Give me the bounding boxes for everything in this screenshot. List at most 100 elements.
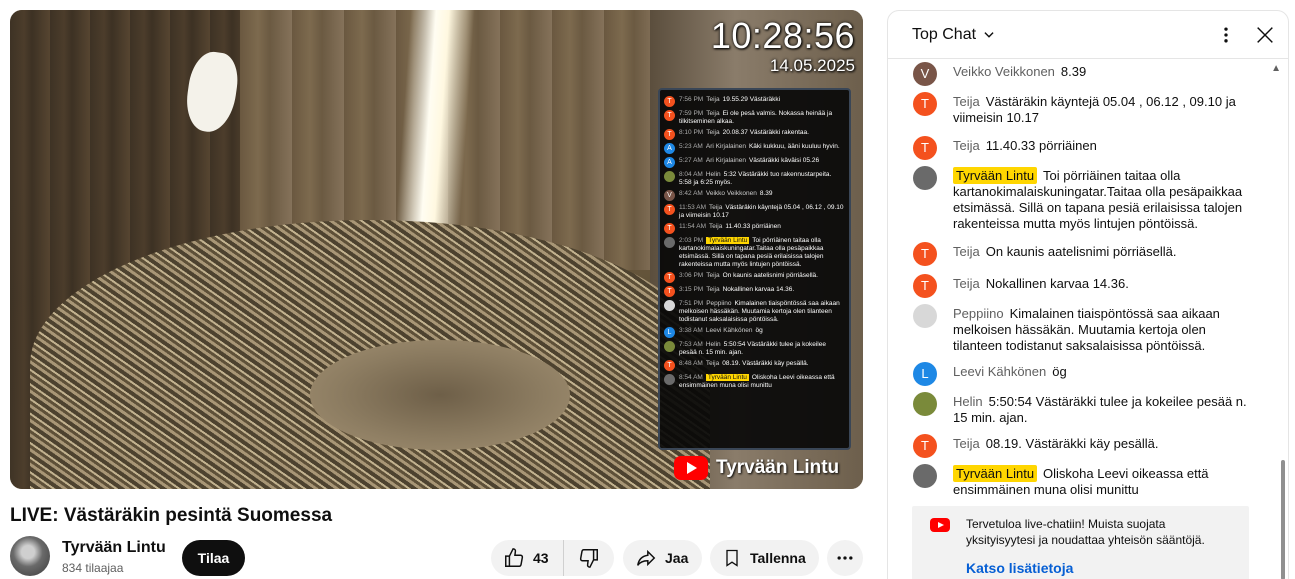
bookmark-icon xyxy=(726,549,738,567)
chat-author[interactable]: Teija xyxy=(953,138,980,153)
overlay-chat-time: 3:38 AM xyxy=(679,327,703,334)
chat-message-text: Västäräkin käyntejä 05.04 , 06.12 , 09.1… xyxy=(953,94,1236,125)
overlay-chat-text: 11.40.33 pörriäinen xyxy=(725,223,781,230)
chat-avatar[interactable]: T xyxy=(913,434,937,458)
learn-more-link[interactable]: Katso lisätietoja xyxy=(966,560,1235,576)
overlay-chat-author: Tyrvään Lintu xyxy=(705,374,749,381)
like-button[interactable]: 43 xyxy=(491,540,564,576)
chat-message: T Teija 08.19. Västäräkki käy pesällä. xyxy=(913,434,1258,458)
overlay-chat-text: Västäräkki käväisi 05.26 xyxy=(748,157,820,164)
overlay-chat-author: Teija xyxy=(706,110,720,117)
overlay-chat-message: T 11:54 AM Teija 11.40.33 pörriäinen xyxy=(664,223,845,234)
overlay-chat-time: 7:51 PM xyxy=(679,300,704,307)
more-actions-button[interactable] xyxy=(827,540,863,576)
chat-author[interactable]: Leevi Kähkönen xyxy=(953,364,1046,379)
overlay-chat-body: 7:53 AM Helin 5:50:54 Västäräkki tulee ja … xyxy=(679,341,845,357)
overlay-chat-time: 8:04 AM xyxy=(679,171,703,178)
share-label: Jaa xyxy=(665,550,689,566)
chat-author[interactable]: Tyrvään Lintu xyxy=(953,465,1038,482)
chat-author[interactable]: Peppiino xyxy=(953,306,1004,321)
chat-message-body: Teija 08.19. Västäräkki käy pesällä. xyxy=(953,436,1158,458)
clock-time: 10:28:56 xyxy=(710,15,855,56)
overlay-chat-author: Tyrvään Lintu xyxy=(706,237,750,244)
save-button[interactable]: Tallenna xyxy=(710,540,819,576)
dislike-button[interactable] xyxy=(564,540,614,576)
chat-avatar[interactable]: V xyxy=(913,62,937,86)
overlay-chat-author: Teija xyxy=(706,272,720,279)
overlay-chat-message: T 7:56 PM Teija 19.55.29 Västäräkki xyxy=(664,96,845,107)
overlay-chat-avatar: A xyxy=(664,157,675,168)
share-button[interactable]: Jaa xyxy=(623,540,702,576)
more-vertical-icon[interactable] xyxy=(1216,25,1236,45)
chat-avatar[interactable] xyxy=(913,392,937,416)
chat-message-text: 8.39 xyxy=(1060,64,1087,79)
chat-avatar[interactable]: T xyxy=(913,242,937,266)
overlay-chat-author: Teija xyxy=(708,204,723,211)
chat-author[interactable]: Teija xyxy=(953,244,980,259)
overlay-chat-avatar: T xyxy=(664,204,675,215)
chat-avatar[interactable]: T xyxy=(913,136,937,160)
chat-author[interactable]: Teija xyxy=(953,436,980,451)
youtube-logo-icon xyxy=(930,518,950,532)
overlay-chat-text: ög xyxy=(755,327,763,334)
overlay-chat-avatar xyxy=(664,341,675,352)
overlay-chat-author: Teija xyxy=(706,96,720,103)
overlay-chat-avatar xyxy=(664,374,675,385)
overlay-chat-message: T 8:48 AM Teija 08.19. Västäräkki käy pesäl… xyxy=(664,360,845,371)
overlay-chat-body: 8:54 AM Tyrvään Lintu Oliskoha Leevi oikea… xyxy=(679,374,845,390)
more-horizontal-icon xyxy=(837,556,853,560)
chat-author[interactable]: Teija xyxy=(953,276,980,291)
chat-avatar[interactable]: T xyxy=(913,92,937,116)
overlay-chat-avatar: V xyxy=(664,190,675,201)
overlay-chat-body: 5:23 AM Ari Kirjalainen Käki kukkuu, ääni … xyxy=(679,143,840,154)
chat-author[interactable]: Teija xyxy=(953,94,980,109)
overlay-chat-body: 2:03 PM Tyrvään Lintu Toi pörriäinen taita… xyxy=(679,237,845,269)
overlay-chat-message: V 8:42 AM Veikko Veikkonen 8.39 xyxy=(664,190,845,201)
overlay-chat: T 7:56 PM Teija 19.55.29 Västäräkki T 7:59 PM… xyxy=(658,88,851,450)
overlay-chat-time: 8:54 AM xyxy=(679,374,703,381)
video-clock: 10:28:56 14.05.2025 xyxy=(711,16,855,76)
chat-message: L Leevi Kähkönen ög xyxy=(913,362,1258,386)
subscribe-button[interactable]: Tilaa xyxy=(182,540,245,576)
overlay-chat-body: 3:15 PM Teija Nokallinen karvaa 14.36. xyxy=(679,286,794,297)
overlay-chat-time: 2:03 PM xyxy=(679,237,704,244)
overlay-chat-message: A 5:27 AM Ari Kirjalainen Västäräkki käväis… xyxy=(664,157,845,168)
channel-name[interactable]: Tyrvään Lintu xyxy=(62,539,166,557)
overlay-chat-avatar: T xyxy=(664,223,675,234)
close-icon[interactable] xyxy=(1254,24,1276,46)
chat-author[interactable]: Veikko Veikkonen xyxy=(953,64,1055,79)
video-title: LIVE: Västäräkin pesintä Suomessa xyxy=(10,505,333,526)
overlay-chat-avatar: T xyxy=(664,110,675,121)
video-player[interactable]: 10:28:56 14.05.2025 T 7:56 PM Teija 19.55.2… xyxy=(10,10,863,489)
chat-message-body: Veikko Veikkonen 8.39 xyxy=(953,64,1086,86)
overlay-chat-time: 11:54 AM xyxy=(679,223,706,230)
overlay-chat-text: Kimalainen tiaispöntössä saa aikaan melk… xyxy=(679,300,840,323)
chat-avatar[interactable]: L xyxy=(913,362,937,386)
overlay-chat-author: Teija xyxy=(706,129,720,136)
chevron-down-icon[interactable] xyxy=(982,28,996,42)
chat-message: Helin 5:50:54 Västäräkki tulee ja kokeile… xyxy=(913,392,1258,426)
chat-avatar[interactable] xyxy=(913,304,937,328)
overlay-chat-body: 8:04 AM Helin 5:32 Västäräkki tuo rakennus… xyxy=(679,171,845,187)
chat-author[interactable]: Tyrvään Lintu xyxy=(953,167,1038,184)
channel-avatar[interactable] xyxy=(10,536,50,576)
overlay-chat-body: 7:59 PM Teija Ei ole pesä valmis. Nokassa … xyxy=(679,110,845,126)
overlay-chat-time: 7:53 AM xyxy=(679,341,703,348)
chat-header: Top Chat xyxy=(888,11,1288,59)
overlay-chat-avatar xyxy=(664,171,675,182)
chat-mode-selector[interactable]: Top Chat xyxy=(912,26,976,44)
overlay-chat-time: 7:56 PM xyxy=(679,96,704,103)
share-icon xyxy=(637,549,656,567)
chat-scrollbar[interactable] xyxy=(1281,460,1285,579)
overlay-chat-text: On kaunis aatelisnimi pörriäsellä. xyxy=(722,272,818,279)
chat-author[interactable]: Helin xyxy=(953,394,983,409)
overlay-chat-author: Helin xyxy=(705,341,721,348)
chat-message: Tyrvään Lintu Toi pörriäinen taitaa olla … xyxy=(913,166,1258,232)
chat-avatar[interactable] xyxy=(913,166,937,190)
chat-avatar[interactable] xyxy=(913,464,937,488)
chat-message-body: Tyrvään Lintu Toi pörriäinen taitaa olla … xyxy=(953,167,1258,232)
overlay-chat-time: 7:59 PM xyxy=(679,110,704,117)
overlay-chat-message: 8:54 AM Tyrvään Lintu Oliskoha Leevi oikea… xyxy=(664,374,845,390)
overlay-chat-message: T 8:10 PM Teija 20.08.37 Västäräkki rakenta… xyxy=(664,129,845,140)
chat-avatar[interactable]: T xyxy=(913,274,937,298)
